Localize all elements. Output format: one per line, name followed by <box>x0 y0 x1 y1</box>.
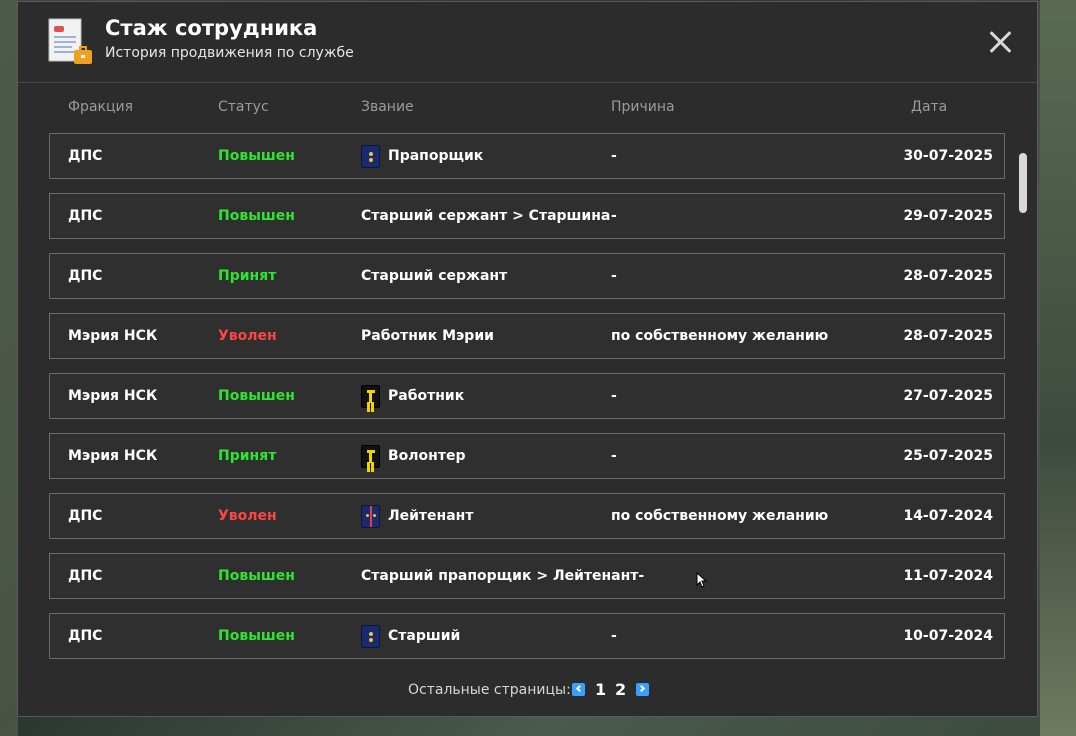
row-reason: - <box>611 388 617 404</box>
row-rank: Волонтер <box>388 448 466 464</box>
row-faction: ДПС <box>68 568 103 584</box>
background-left <box>0 0 18 736</box>
row-faction: ДПС <box>68 628 103 644</box>
column-header-status: Статус <box>218 99 269 115</box>
row-reason: - <box>611 208 617 224</box>
window-title: Стаж сотрудника <box>105 16 318 40</box>
row-reason: - <box>611 628 617 644</box>
chevron-left-icon[interactable] <box>572 683 585 696</box>
column-header-faction: Фракция <box>68 99 134 115</box>
row-rank: Лейтенант <box>388 508 474 524</box>
table-row[interactable]: ДПС Принят Старший сержант - 28-07-2025 <box>49 253 1005 299</box>
chevron-right-icon[interactable] <box>636 683 649 696</box>
dps-shoulder-icon <box>361 625 380 648</box>
row-status: Повышен <box>218 148 295 164</box>
row-faction: Мэрия НСК <box>68 388 158 404</box>
service-history-window: Стаж сотрудника История продвижения по с… <box>17 1 1038 717</box>
row-date: 28-07-2025 <box>903 268 993 284</box>
row-faction: ДПС <box>68 148 103 164</box>
row-rank: Прапорщик <box>388 148 484 164</box>
row-status: Уволен <box>218 508 277 524</box>
column-header-rank: Звание <box>361 99 414 115</box>
row-date: 10-07-2024 <box>903 628 993 644</box>
row-date: 30-07-2025 <box>903 148 993 164</box>
row-date: 14-07-2024 <box>903 508 993 524</box>
row-date: 29-07-2025 <box>903 208 993 224</box>
page-2-button[interactable]: 2 <box>615 680 626 699</box>
row-date: 28-07-2025 <box>903 328 993 344</box>
table-row[interactable]: ДПС Повышен Старший прапорщик > Лейтенан… <box>49 553 1005 599</box>
row-faction: ДПС <box>68 208 103 224</box>
pager-label: Остальные страницы: <box>408 682 571 698</box>
row-faction: Мэрия НСК <box>68 328 158 344</box>
row-rank: Старший прапорщик > Лейтенант- <box>361 568 645 584</box>
row-rank: Работник Мэрии <box>361 328 494 344</box>
window-subtitle: История продвижения по службе <box>105 45 354 61</box>
row-faction: Мэрия НСК <box>68 448 158 464</box>
row-status: Повышен <box>218 628 295 644</box>
row-faction: ДПС <box>68 268 103 284</box>
row-faction: ДПС <box>68 508 103 524</box>
history-list[interactable]: ДПС Повышен Прапорщик - 30-07-2025 ДПС П… <box>49 133 1007 663</box>
row-date: 27-07-2025 <box>903 388 993 404</box>
page-1-button[interactable]: 1 <box>595 680 606 699</box>
row-rank: Старший сержант <box>361 268 508 284</box>
column-header-date: Дата <box>911 99 948 115</box>
table-row[interactable]: Мэрия НСК Повышен Работник - 27-07-2025 <box>49 373 1005 419</box>
table-row[interactable]: Мэрия НСК Уволен Работник Мэрии по собст… <box>49 313 1005 359</box>
row-reason: - <box>611 448 617 464</box>
table-row[interactable]: ДПС Уволен Лейтенант по собственному жел… <box>49 493 1005 539</box>
row-reason: по собственному желанию <box>611 508 829 524</box>
row-status: Повышен <box>218 568 295 584</box>
table-row[interactable]: ДПС Повышен Прапорщик - 30-07-2025 <box>49 133 1005 179</box>
city-hall-shoulder-icon <box>361 385 380 408</box>
dps-shoulder-icon <box>361 145 380 168</box>
row-status: Принят <box>218 268 277 284</box>
window-header: Стаж сотрудника История продвижения по с… <box>18 2 1037 83</box>
table-row[interactable]: ДПС Повышен Старший - 10-07-2024 <box>49 613 1005 659</box>
city-hall-shoulder-icon <box>361 445 380 468</box>
document-icon <box>48 18 92 64</box>
row-reason: - <box>611 268 617 284</box>
row-status: Уволен <box>218 328 277 344</box>
table-row[interactable]: Мэрия НСК Принят Волонтер - 25-07-2025 <box>49 433 1005 479</box>
row-date: 11-07-2024 <box>903 568 993 584</box>
row-rank: Работник <box>388 388 465 404</box>
background-right <box>1040 0 1076 736</box>
row-rank: Старший сержант > Старшина <box>361 208 611 224</box>
row-reason: по собственному желанию <box>611 328 829 344</box>
list-scrollbar[interactable] <box>1019 153 1027 213</box>
close-icon[interactable] <box>985 27 1015 57</box>
column-header-reason: Причина <box>611 99 675 115</box>
table-row[interactable]: ДПС Повышен Старший сержант > Старшина -… <box>49 193 1005 239</box>
row-date: 25-07-2025 <box>903 448 993 464</box>
row-reason: - <box>611 148 617 164</box>
lieutenant-shoulder-icon <box>361 505 380 528</box>
row-status: Принят <box>218 448 277 464</box>
row-rank: Старший <box>388 628 461 644</box>
row-status: Повышен <box>218 208 295 224</box>
row-status: Повышен <box>218 388 295 404</box>
